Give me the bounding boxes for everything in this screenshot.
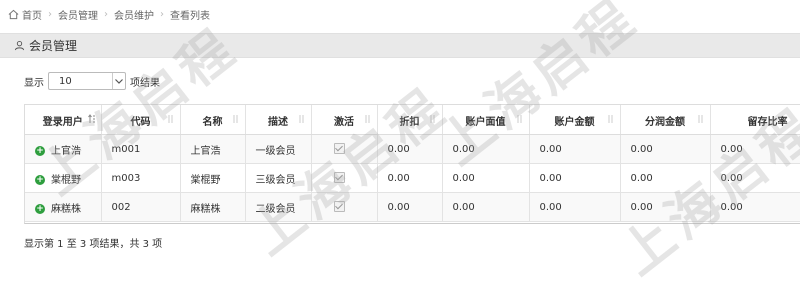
chevron-down-icon[interactable]	[112, 73, 125, 89]
cell-face-value: 0.00	[442, 163, 530, 193]
length-suffix: 项结果	[130, 77, 160, 89]
sort-icon	[608, 115, 612, 123]
column-header-name[interactable]: 名称	[180, 105, 246, 135]
cell-discount: 0.00	[377, 192, 443, 222]
breadcrumb-item-member-management[interactable]: 会员管理	[58, 7, 98, 22]
column-header-active[interactable]: 激活	[311, 105, 378, 135]
column-header-login[interactable]: 登录用户	[25, 105, 102, 135]
column-header-code[interactable]: 代码	[101, 105, 181, 135]
cell-name: 棠棍野	[180, 163, 246, 193]
column-header-balance[interactable]: 账户金额	[529, 105, 621, 135]
sort-icon	[168, 115, 172, 123]
page-length-select[interactable]: 10	[48, 72, 126, 90]
cell-desc: 二级会员	[245, 192, 312, 222]
user-icon	[14, 41, 25, 51]
sort-icon	[517, 115, 521, 123]
cell-balance: 0.00	[529, 134, 621, 164]
breadcrumb-home[interactable]: 首页	[8, 7, 42, 22]
breadcrumb-separator: ›	[48, 8, 52, 20]
sort-icon	[698, 115, 702, 123]
column-header-discount[interactable]: 折扣	[377, 105, 443, 135]
table-row[interactable]: + 麻糕株 002 麻糕株 二级会员 0.00 0.00 0.00 0.00 0.…	[25, 192, 800, 222]
cell-login: + 棠棍野	[25, 163, 102, 193]
sort-icon	[233, 115, 237, 123]
expand-row-icon[interactable]: +	[35, 174, 45, 185]
cell-login: + 麻糕株	[25, 192, 102, 222]
panel-header: 会员管理	[0, 33, 800, 58]
cell-active	[311, 134, 378, 164]
cell-active	[311, 163, 378, 193]
cell-name: 麻糕株	[180, 192, 246, 222]
length-prefix: 显示	[24, 77, 44, 89]
member-table: 登录用户 代码 名称 描述 激活 折扣 账户面值 账户金额 分润金额 留存比率 …	[25, 105, 800, 222]
cell-retain-ratio: 0.00	[710, 192, 800, 222]
page-length-control: 显示 10 项结果	[24, 72, 160, 90]
cell-balance: 0.00	[529, 192, 621, 222]
column-header-profit[interactable]: 分润金额	[620, 105, 711, 135]
home-icon	[8, 9, 19, 19]
cell-desc: 三级会员	[245, 163, 312, 193]
cell-profit: 0.00	[620, 192, 711, 222]
cell-name: 上官浩	[180, 134, 246, 164]
active-checkbox	[333, 201, 345, 213]
expand-row-icon[interactable]: +	[35, 203, 45, 214]
cell-desc: 一级会员	[245, 134, 312, 164]
table-header-row: 登录用户 代码 名称 描述 激活 折扣 账户面值 账户金额 分润金额 留存比率	[25, 105, 800, 135]
cell-login: + 上官浩	[25, 134, 102, 164]
cell-discount: 0.00	[377, 163, 443, 193]
cell-profit: 0.00	[620, 163, 711, 193]
table-info: 显示第 1 至 3 项结果，共 3 项	[24, 239, 163, 250]
sort-asc-icon	[87, 114, 95, 123]
page-length-value: 10	[59, 75, 72, 87]
cell-discount: 0.00	[377, 134, 443, 164]
sort-icon	[299, 115, 303, 123]
cell-code: m003	[101, 163, 181, 193]
table-row[interactable]: + 上官浩 m001 上官浩 一级会员 0.00 0.00 0.00 0.00 0…	[25, 134, 800, 164]
cell-face-value: 0.00	[442, 134, 530, 164]
panel-title: 会员管理	[29, 39, 78, 53]
cell-balance: 0.00	[529, 163, 621, 193]
cell-profit: 0.00	[620, 134, 711, 164]
column-header-retain-ratio[interactable]: 留存比率	[710, 105, 800, 135]
sort-icon	[365, 115, 369, 123]
sort-icon	[430, 115, 434, 123]
breadcrumb: 首页 › 会员管理 › 会员维护 › 查看列表	[0, 0, 800, 28]
column-header-desc[interactable]: 描述	[245, 105, 312, 135]
cell-active	[311, 192, 378, 222]
breadcrumb-item-view-list: 查看列表	[170, 10, 210, 22]
active-checkbox	[333, 172, 345, 184]
member-table-wrapper: 登录用户 代码 名称 描述 激活 折扣 账户面值 账户金额 分润金额 留存比率 …	[24, 104, 800, 224]
breadcrumb-item-member-maintenance[interactable]: 会员维护	[114, 7, 154, 22]
cell-retain-ratio: 0.00	[710, 134, 800, 164]
breadcrumb-separator: ›	[160, 8, 164, 20]
breadcrumb-item-home[interactable]: 首页	[22, 7, 42, 22]
table-row[interactable]: + 棠棍野 m003 棠棍野 三级会员 0.00 0.00 0.00 0.00 0…	[25, 163, 800, 193]
cell-retain-ratio: 0.00	[710, 163, 800, 193]
column-header-face-value[interactable]: 账户面值	[442, 105, 530, 135]
cell-code: 002	[101, 192, 181, 222]
breadcrumb-separator: ›	[104, 8, 108, 20]
active-checkbox	[333, 143, 345, 155]
expand-row-icon[interactable]: +	[35, 145, 45, 156]
cell-code: m001	[101, 134, 181, 164]
cell-face-value: 0.00	[442, 192, 530, 222]
